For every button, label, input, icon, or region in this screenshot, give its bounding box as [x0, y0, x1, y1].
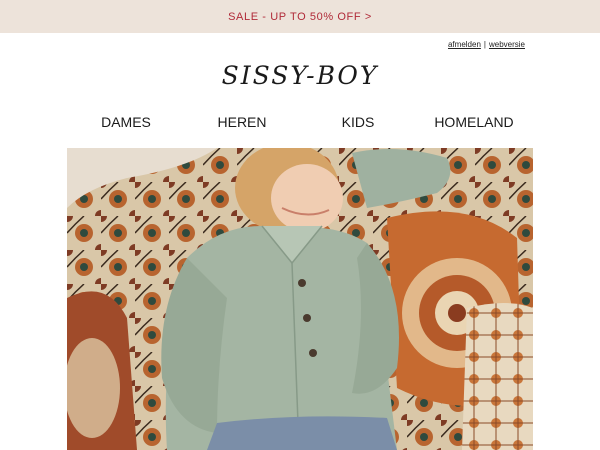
- nav-item-homeland[interactable]: HOMELAND: [434, 114, 513, 130]
- nav-item-dames[interactable]: DAMES: [101, 114, 151, 130]
- webversion-link[interactable]: webversie: [489, 40, 525, 49]
- hero-image[interactable]: [67, 148, 533, 450]
- top-links: afmelden | webversie: [448, 40, 525, 49]
- unsubscribe-link[interactable]: afmelden: [448, 40, 481, 49]
- logo-text: SISSY-BOY: [221, 61, 379, 90]
- nav-item-kids[interactable]: KIDS: [342, 114, 375, 130]
- nav-item-heren[interactable]: HEREN: [217, 114, 266, 130]
- sale-banner-link[interactable]: SALE - UP TO 50% OFF >: [0, 0, 600, 33]
- link-separator: |: [483, 40, 486, 49]
- brand-logo[interactable]: SISSY-BOY: [0, 61, 600, 90]
- sale-banner-text: SALE - UP TO 50% OFF >: [228, 10, 372, 23]
- hero-illustration: [67, 148, 533, 450]
- main-nav: DAMES HEREN KIDS HOMELAND: [67, 114, 533, 134]
